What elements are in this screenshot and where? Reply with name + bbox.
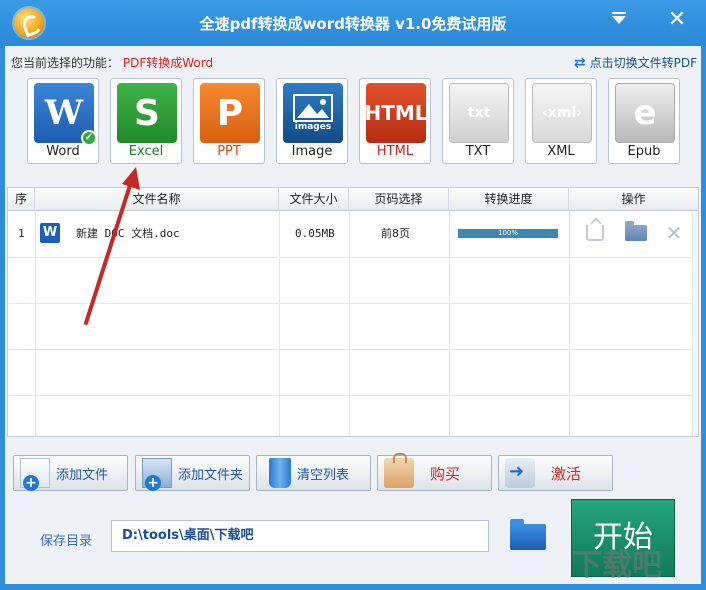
- switch-to-pdf-label: 点击切换文件转PDF: [589, 56, 697, 70]
- start-button[interactable]: 开始: [571, 499, 675, 577]
- minimize-button[interactable]: [608, 9, 630, 31]
- format-tile-epub[interactable]: e Epub: [608, 78, 680, 164]
- format-label-excel: Excel: [128, 144, 164, 159]
- row-index: 1: [18, 227, 25, 240]
- activate-label: 激活: [551, 464, 582, 483]
- word-glyph: W: [44, 93, 84, 133]
- trash-bin-icon: [269, 458, 291, 488]
- clear-list-button[interactable]: 清空列表: [256, 455, 371, 491]
- row-file-name: 新建 DOC 文档.doc: [76, 227, 180, 240]
- row-divider: [8, 395, 698, 396]
- buy-label: 购买: [430, 464, 461, 483]
- image-icon: images: [283, 83, 343, 143]
- row-progress-bar: 100%: [458, 229, 558, 238]
- table-row[interactable]: 1 W 新建 DOC 文档.doc 0.05MB 前8页 100% ✕: [8, 211, 698, 257]
- txt-icon: txt: [449, 83, 509, 143]
- word-doc-icon: W: [40, 223, 60, 243]
- mountain-picture-icon: [293, 94, 333, 122]
- format-label-word: Word: [46, 144, 80, 159]
- row-file-size: 0.05MB: [295, 227, 335, 240]
- current-function-label: 您当前选择的功能：: [11, 56, 120, 70]
- current-function: 您当前选择的功能： PDF转换成Word: [11, 54, 213, 71]
- word-icon: W ✓: [34, 83, 97, 146]
- delete-row-icon[interactable]: ✕: [664, 223, 684, 243]
- save-directory-field[interactable]: D:\tools\桌面\下载吧: [111, 520, 489, 552]
- html-icon: HTML: [364, 83, 428, 143]
- add-file-icon: [20, 458, 50, 491]
- format-label-txt: TXT: [465, 144, 491, 159]
- browse-folder-icon[interactable]: [510, 519, 546, 550]
- title-bar: 全速pdf转换成word转换器 v1.0免费试用版 ✕: [0, 0, 706, 46]
- epub-glyph: e: [633, 93, 657, 133]
- close-button[interactable]: ✕: [666, 9, 688, 31]
- column-header-progress: 转换进度: [449, 188, 569, 211]
- format-tile-xml[interactable]: ‹xml› XML: [525, 78, 597, 164]
- add-file-button[interactable]: 添加文件: [13, 455, 128, 491]
- minimize-bar-icon: [612, 12, 626, 14]
- format-label-ppt: PPT: [217, 144, 241, 159]
- add-folder-label: 添加文件夹: [178, 467, 244, 483]
- table-header: 序 文件名称 文件大小 页码选择 转换进度 操作: [8, 188, 698, 211]
- row-page-select[interactable]: 前8页: [381, 211, 410, 257]
- format-label-html: HTML: [376, 144, 414, 159]
- column-header-index: 序: [8, 188, 35, 211]
- txt-glyph: txt: [467, 105, 491, 121]
- format-tile-ppt[interactable]: P PPT: [193, 78, 265, 164]
- format-tile-image[interactable]: images Image: [276, 78, 348, 164]
- shopping-bag-icon: [384, 453, 414, 488]
- image-glyph: images: [294, 122, 332, 132]
- file-table: 序 文件名称 文件大小 页码选择 转换进度 操作 1 W 新建 DOC 文档.d…: [7, 187, 699, 437]
- activate-button[interactable]: 激活: [498, 455, 613, 491]
- main-panel: 您当前选择的功能： PDF转换成Word ⇄ 点击切换文件转PDF W ✓ Wo…: [5, 46, 701, 584]
- row-divider: [8, 349, 698, 350]
- activate-arrow-icon: [505, 458, 535, 488]
- current-function-value: PDF转换成Word: [122, 56, 214, 70]
- switch-arrows-icon: ⇄: [573, 54, 586, 71]
- add-folder-icon: [142, 458, 172, 491]
- row-divider: [8, 257, 698, 258]
- row-progress-text: 100%: [497, 229, 518, 237]
- table-scrollbar[interactable]: [692, 211, 698, 436]
- epub-icon: e: [615, 83, 675, 143]
- row-divider: [8, 303, 698, 304]
- open-folder-icon[interactable]: [625, 221, 647, 241]
- ppt-icon: P: [200, 83, 260, 143]
- format-label-image: Image: [291, 144, 333, 159]
- minimize-arrow-icon: [612, 16, 626, 24]
- xml-icon: ‹xml›: [532, 83, 592, 143]
- format-label-epub: Epub: [627, 144, 661, 159]
- format-tile-html[interactable]: HTML HTML: [359, 78, 431, 164]
- add-folder-button[interactable]: 添加文件夹: [135, 455, 250, 491]
- html-glyph: HTML: [364, 101, 428, 125]
- buy-button[interactable]: 购买: [377, 453, 492, 491]
- app-window: 全速pdf转换成word转换器 v1.0免费试用版 ✕ 您当前选择的功能： PD…: [0, 0, 706, 590]
- excel-glyph: S: [134, 92, 160, 134]
- format-tile-excel[interactable]: S Excel: [110, 78, 182, 164]
- open-output-icon[interactable]: [586, 225, 604, 241]
- format-label-xml: XML: [547, 144, 575, 159]
- add-file-label: 添加文件: [56, 467, 109, 483]
- switch-to-pdf-link[interactable]: ⇄ 点击切换文件转PDF: [574, 54, 697, 71]
- column-header-name: 文件名称: [35, 188, 279, 211]
- excel-icon: S: [117, 83, 177, 143]
- save-directory-label: 保存目录: [40, 534, 93, 549]
- window-title: 全速pdf转换成word转换器 v1.0免费试用版: [199, 15, 507, 33]
- clear-list-label: 清空列表: [297, 467, 350, 483]
- column-header-actions: 操作: [621, 192, 646, 206]
- ppt-glyph: P: [216, 92, 244, 134]
- format-tile-txt[interactable]: txt TXT: [442, 78, 514, 164]
- column-header-size: 文件大小: [279, 188, 349, 211]
- column-header-pages: 页码选择: [349, 188, 449, 211]
- xml-glyph: ‹xml›: [542, 105, 582, 121]
- format-tile-word[interactable]: W ✓ Word: [27, 78, 99, 164]
